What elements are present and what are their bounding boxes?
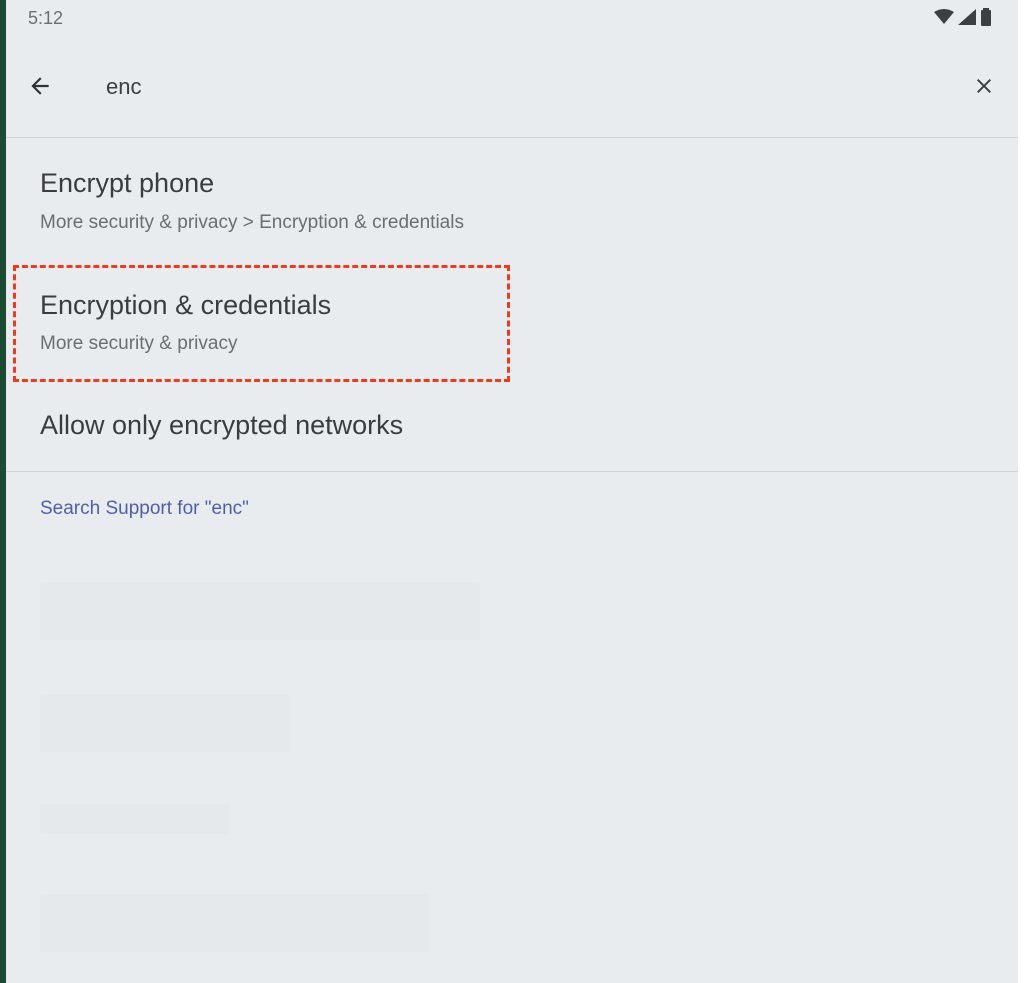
result-subtitle: More security & privacy > Encryption & c… (40, 212, 464, 233)
search-divider (6, 137, 1018, 138)
status-time: 5:12 (28, 8, 64, 28)
close-icon (972, 74, 996, 103)
settings-search-screen: 5:12 enc Encrypt phone More security & p… (6, 0, 1018, 983)
result-title: Encrypt phone (40, 168, 215, 198)
signal-icon (958, 9, 976, 30)
loading-placeholder (40, 804, 230, 834)
search-input[interactable] (106, 70, 926, 104)
result-title: Allow only encrypted networks (40, 410, 404, 440)
result-title: Encryption & credentials (40, 290, 332, 320)
result-subtitle: More security & privacy (40, 333, 238, 354)
loading-placeholder (40, 582, 480, 640)
result-encryption-credentials[interactable]: Encryption & credentials More security &… (6, 268, 1018, 376)
window-edge (1018, 0, 1024, 983)
back-button[interactable] (20, 68, 60, 108)
status-icons (934, 8, 992, 31)
result-encrypt-phone[interactable]: Encrypt phone More security & privacy > … (6, 150, 1018, 260)
loading-placeholder (40, 894, 430, 952)
search-support-link[interactable]: Search Support for "enc" (40, 498, 249, 520)
battery-icon (980, 8, 992, 31)
result-allow-encrypted-networks[interactable]: Allow only encrypted networks (6, 390, 1018, 470)
wifi-icon (934, 9, 954, 30)
loading-placeholder (40, 694, 290, 752)
arrow-back-icon (27, 73, 53, 104)
results-divider (6, 471, 1018, 472)
clear-search-button[interactable] (964, 68, 1004, 108)
search-bar (6, 52, 1018, 136)
